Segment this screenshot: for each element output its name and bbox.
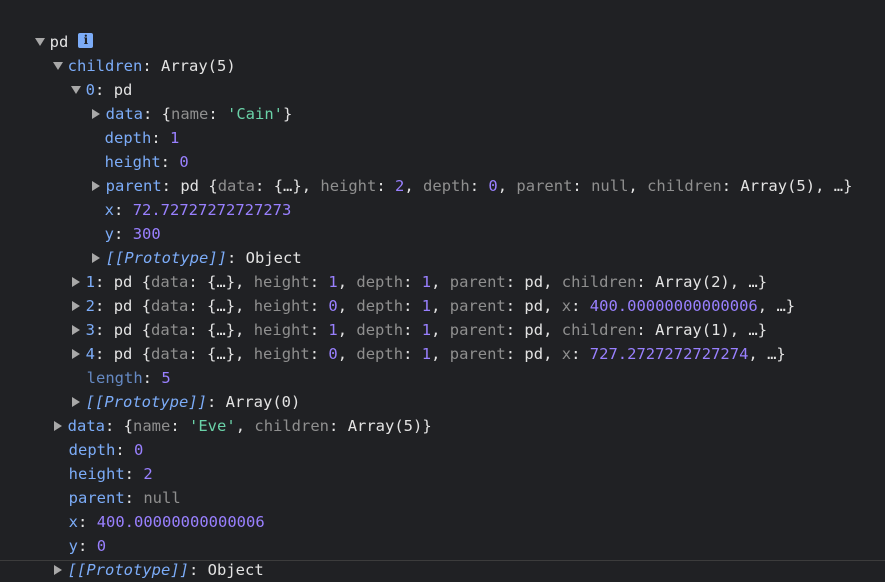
- children-item-1-row[interactable]: 1: pd {data: {…}, height: 1, depth: 1, p…: [52, 246, 767, 291]
- children-length-row: length: 5: [86, 369, 171, 387]
- number-value: 400.00000000000006: [96, 513, 265, 531]
- console-divider: [0, 560, 885, 561]
- string-value: 'Cain': [227, 105, 284, 123]
- root-prototype-row[interactable]: [[Prototype]]: Object: [34, 534, 264, 579]
- root-depth-row: depth: 0: [68, 441, 144, 459]
- item0-x-row: x: 72.72727272727273: [104, 201, 292, 219]
- children-item-0-row[interactable]: 0: pd: [52, 54, 132, 99]
- item0-depth-row: depth: 1: [104, 129, 180, 147]
- expand-right-icon[interactable]: [53, 564, 62, 575]
- string-value: 'Eve': [189, 417, 236, 435]
- children-item-3-row[interactable]: 3: pd {data: {…}, height: 1, depth: 1, p…: [52, 294, 767, 339]
- root-parent-row: parent: null: [68, 489, 181, 507]
- children-item-4-row[interactable]: 4: pd {data: {…}, height: 0, depth: 1, p…: [52, 318, 786, 363]
- root-x-row: x: 400.00000000000006: [68, 513, 265, 531]
- property-value: Array(5): [161, 57, 236, 75]
- item0-height-row: height: 0: [104, 153, 189, 171]
- root-y-row: y: 0: [68, 537, 107, 555]
- item0-y-row: y: 300: [104, 225, 161, 243]
- root-object-row[interactable]: pd i: [16, 6, 94, 51]
- root-height-row: height: 2: [68, 465, 153, 483]
- item0-prototype-row[interactable]: [[Prototype]]: Object: [72, 222, 302, 267]
- prototype-key: [[Prototype]]: [67, 561, 189, 579]
- children-prototype-row[interactable]: [[Prototype]]: Array(0): [52, 366, 300, 411]
- children-row[interactable]: children: Array(5): [34, 30, 236, 75]
- root-data-row[interactable]: data: {name: 'Eve', children: Array(5)}: [34, 390, 432, 435]
- item0-data-row[interactable]: data: {name: 'Cain'}: [72, 78, 292, 123]
- children-item-2-row[interactable]: 2: pd {data: {…}, height: 0, depth: 1, p…: [52, 270, 795, 315]
- item0-parent-row[interactable]: parent: pd {data: {…}, height: 2, depth:…: [72, 150, 852, 195]
